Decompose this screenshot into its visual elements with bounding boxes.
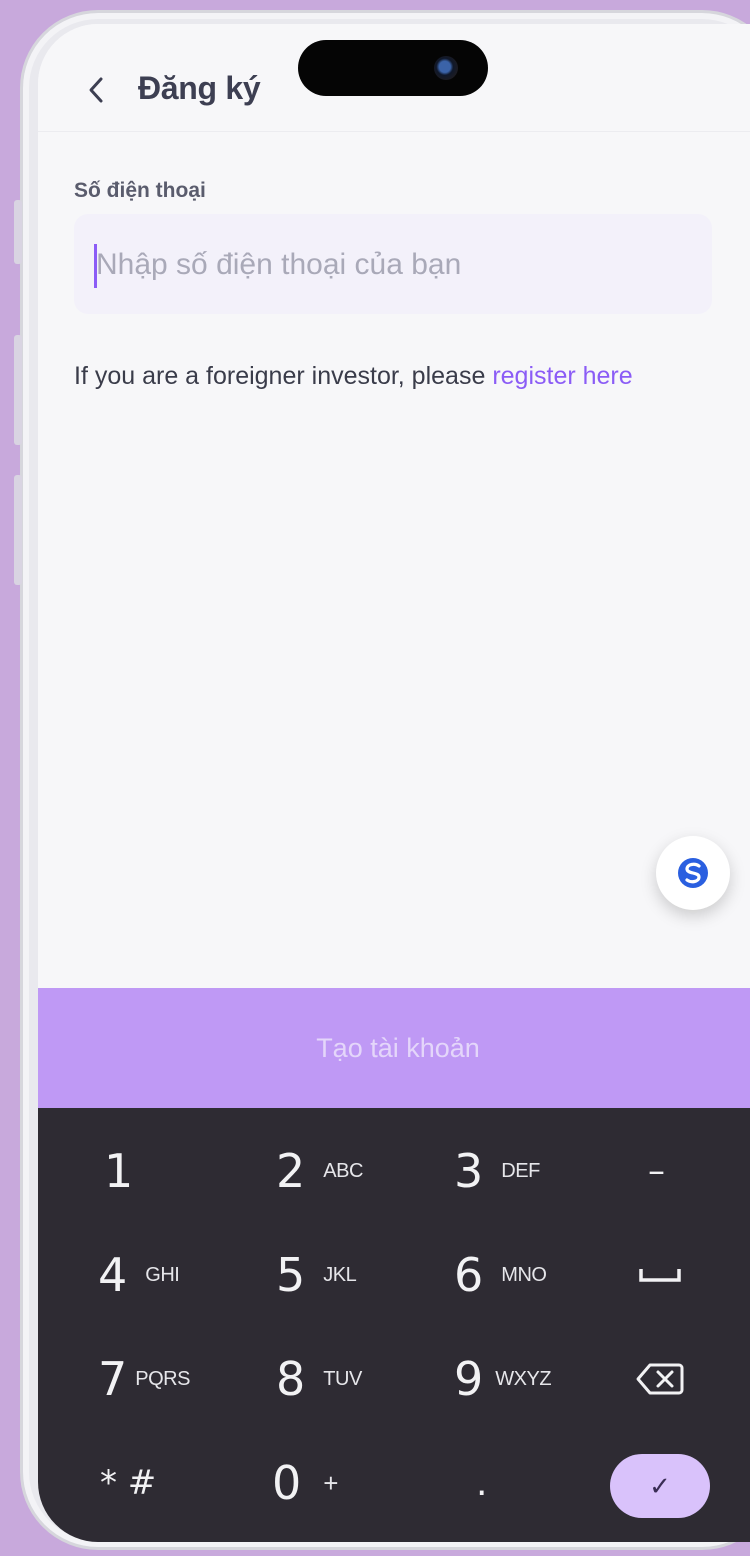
minus-icon: – (648, 1151, 665, 1191)
key-letters: DEF (501, 1159, 540, 1182)
phone-input[interactable]: Nhập số điện thoại của bạn (74, 214, 712, 314)
key-7[interactable]: 7 PQRS (98, 1334, 190, 1424)
page-title: Đăng ký (138, 70, 261, 106)
key-digit: 3 (454, 1144, 484, 1198)
register-here-link[interactable]: register here (492, 362, 632, 390)
key-digit: 0 (272, 1456, 302, 1510)
key-digit: . (476, 1462, 488, 1504)
phone-side-button (14, 200, 22, 264)
key-digit: 8 (276, 1352, 306, 1406)
key-digit: * # (100, 1463, 157, 1503)
key-letters: JKL (323, 1263, 357, 1286)
key-digit: 6 (454, 1248, 484, 1302)
phone-input-placeholder: Nhập số điện thoại của bạn (96, 248, 462, 281)
key-8[interactable]: 8 TUV (276, 1334, 362, 1424)
back-button[interactable] (78, 70, 114, 110)
key-digit: 1 (104, 1144, 134, 1198)
check-icon: ✓ (649, 1470, 671, 1501)
key-6[interactable]: 6 MNO (454, 1230, 547, 1320)
create-account-button[interactable]: Tạo tài khoản (38, 988, 750, 1108)
phone-volume-down (14, 475, 22, 585)
app-screen: Đăng ký Số điện thoại Nhập số điện thoại… (38, 24, 750, 1542)
key-4[interactable]: 4 GHI (98, 1230, 180, 1320)
app-header: Đăng ký (38, 24, 750, 132)
space-icon (639, 1269, 681, 1282)
key-star-hash[interactable]: * # (100, 1438, 156, 1528)
dynamic-island (298, 40, 488, 96)
backspace-icon (636, 1363, 684, 1395)
key-letters: WXYZ (495, 1367, 552, 1390)
key-0[interactable]: 0 + (272, 1438, 338, 1528)
chevron-left-icon (89, 77, 103, 103)
numeric-keyboard: 1 2 ABC 3 DEF – 4 GHI 5 JKL 6 MNO 7 PQRS… (38, 1108, 750, 1542)
key-5[interactable]: 5 JKL (276, 1230, 357, 1320)
phone-field-label: Số điện thoại (74, 179, 206, 202)
support-fab-button[interactable] (656, 836, 730, 910)
keyboard-done-button[interactable]: ✓ (610, 1454, 710, 1518)
key-1[interactable]: 1 (104, 1126, 133, 1216)
key-dot[interactable]: . (476, 1438, 487, 1528)
key-minus[interactable]: – (648, 1126, 665, 1216)
brand-logo-icon (678, 858, 708, 888)
key-letters: ABC (323, 1159, 363, 1182)
key-letters: TUV (323, 1367, 362, 1390)
key-digit: 4 (98, 1248, 128, 1302)
foreigner-notice: If you are a foreigner investor, please … (74, 362, 633, 391)
key-digit: 5 (276, 1248, 306, 1302)
key-digit: 9 (454, 1352, 484, 1406)
key-letters: + (323, 1467, 338, 1498)
key-letters: MNO (501, 1263, 547, 1286)
foreigner-notice-text: If you are a foreigner investor, please (74, 362, 493, 390)
key-3[interactable]: 3 DEF (454, 1126, 540, 1216)
key-space[interactable] (638, 1230, 682, 1320)
create-account-label: Tạo tài khoản (316, 1032, 480, 1063)
key-digit: 2 (276, 1144, 306, 1198)
key-letters: PQRS (135, 1367, 190, 1390)
key-2[interactable]: 2 ABC (276, 1126, 363, 1216)
key-9[interactable]: 9 WXYZ (454, 1334, 552, 1424)
key-letters: GHI (145, 1263, 180, 1286)
camera-icon (434, 56, 458, 80)
key-backspace[interactable] (636, 1334, 684, 1424)
phone-volume-up (14, 335, 22, 445)
key-digit: 7 (98, 1352, 128, 1406)
